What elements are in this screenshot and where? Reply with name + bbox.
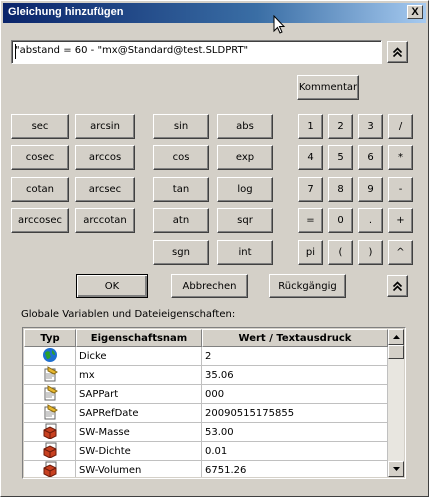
name-cell[interactable]: SW-Dichte bbox=[76, 442, 202, 461]
key-2-button[interactable]: 2 bbox=[328, 114, 353, 139]
value-cell[interactable]: 53.00 bbox=[202, 423, 388, 442]
table-row[interactable]: SAPPart 000 bbox=[24, 384, 388, 404]
key-4-button[interactable]: 4 bbox=[298, 145, 323, 170]
key-9-button[interactable]: 9 bbox=[358, 177, 383, 202]
name-cell[interactable]: SW-Volumen bbox=[76, 461, 202, 477]
mass-property-icon bbox=[42, 442, 58, 461]
ok-button[interactable]: OK bbox=[76, 274, 148, 298]
column-header-name[interactable]: Eigenschaftsnam bbox=[76, 329, 202, 347]
type-cell bbox=[24, 461, 76, 477]
key-divide-button[interactable]: / bbox=[388, 114, 413, 139]
type-cell bbox=[24, 365, 76, 385]
key-0-button[interactable]: 0 bbox=[328, 208, 353, 233]
scroll-up-button[interactable] bbox=[388, 329, 404, 345]
table-scrollbar[interactable] bbox=[388, 329, 404, 477]
variables-table[interactable]: Typ Eigenschaftsnam Wert / Textausdruck … bbox=[24, 329, 388, 477]
table-row[interactable]: SW-Volumen 6751.26 bbox=[24, 461, 388, 477]
kommentar-button[interactable]: Kommentar bbox=[297, 75, 359, 100]
equation-input[interactable]: "abstand = 60 - "mx@Standard@test.SLDPRT… bbox=[11, 40, 382, 64]
value-cell[interactable]: 0.01 bbox=[202, 442, 388, 461]
value-cell[interactable]: 35.06 bbox=[202, 366, 388, 385]
key-cos-button[interactable]: cos bbox=[153, 145, 209, 170]
key-close-paren-button[interactable]: ) bbox=[358, 240, 383, 265]
name-cell[interactable]: SW-Masse bbox=[76, 423, 202, 442]
key-int-button[interactable]: int bbox=[217, 240, 273, 265]
property-icon bbox=[42, 365, 58, 385]
name-cell[interactable]: mx bbox=[76, 366, 202, 385]
type-cell bbox=[24, 403, 76, 423]
name-cell[interactable]: SAPPart bbox=[76, 385, 202, 404]
scroll-thumb[interactable] bbox=[388, 345, 404, 359]
mass-property-icon bbox=[42, 423, 58, 442]
key-cotan-button[interactable]: cotan bbox=[11, 177, 69, 202]
value-cell[interactable]: 6751.26 bbox=[202, 461, 388, 477]
type-cell bbox=[24, 347, 76, 366]
key-log-button[interactable]: log bbox=[217, 177, 273, 202]
type-cell bbox=[24, 442, 76, 461]
key-arcsin-button[interactable]: arcsin bbox=[75, 114, 135, 139]
arrow-up-icon bbox=[392, 335, 400, 339]
cancel-button[interactable]: Abbrechen bbox=[171, 274, 248, 298]
property-icon bbox=[42, 384, 58, 404]
key-cosec-button[interactable]: cosec bbox=[11, 145, 69, 170]
value-cell[interactable]: 000 bbox=[202, 385, 388, 404]
table-row[interactable]: SAPRefDate 20090515175855 bbox=[24, 403, 388, 423]
close-button[interactable]: X bbox=[407, 5, 423, 19]
property-icon bbox=[42, 403, 58, 423]
key-open-paren-button[interactable]: ( bbox=[328, 240, 353, 265]
key-plus-button[interactable]: + bbox=[388, 208, 413, 233]
mass-property-icon bbox=[42, 461, 58, 477]
key-equals-button[interactable]: = bbox=[298, 208, 323, 233]
window-title: Gleichung hinzufügen bbox=[8, 6, 124, 18]
value-cell[interactable]: 2 bbox=[202, 347, 388, 366]
key-sin-button[interactable]: sin bbox=[153, 114, 209, 139]
dialog-window: Gleichung hinzufügen X "abstand = 60 - "… bbox=[0, 0, 429, 497]
key-pi-button[interactable]: pi bbox=[298, 240, 323, 265]
key-arcsec-button[interactable]: arcsec bbox=[75, 177, 135, 202]
key-5-button[interactable]: 5 bbox=[328, 145, 353, 170]
table-row[interactable]: mx 35.06 bbox=[24, 365, 388, 385]
type-cell bbox=[24, 384, 76, 404]
collapse-top-button[interactable] bbox=[387, 41, 408, 63]
key-sgn-button[interactable]: sgn bbox=[153, 240, 209, 265]
key-exp-button[interactable]: exp bbox=[217, 145, 273, 170]
name-cell[interactable]: SAPRefDate bbox=[76, 404, 202, 423]
key-minus-button[interactable]: - bbox=[388, 177, 413, 202]
type-cell bbox=[24, 423, 76, 442]
title-bar[interactable]: Gleichung hinzufügen X bbox=[3, 3, 426, 23]
key-tan-button[interactable]: tan bbox=[153, 177, 209, 202]
mouse-pointer-icon bbox=[273, 15, 286, 34]
key-atn-button[interactable]: atn bbox=[153, 208, 209, 233]
collapse-bottom-button[interactable] bbox=[387, 275, 408, 297]
key-sqr-button[interactable]: sqr bbox=[217, 208, 273, 233]
key-3-button[interactable]: 3 bbox=[358, 114, 383, 139]
table-row[interactable]: SW-Masse 53.00 bbox=[24, 423, 388, 442]
key-arccotan-button[interactable]: arccotan bbox=[75, 208, 135, 233]
column-header-type[interactable]: Typ bbox=[24, 329, 76, 347]
column-header-value[interactable]: Wert / Textausdruck bbox=[202, 329, 388, 347]
undo-button[interactable]: Rückgängig bbox=[269, 274, 346, 298]
table-row[interactable]: Dicke 2 bbox=[24, 347, 388, 366]
table-row[interactable]: SW-Dichte 0.01 bbox=[24, 442, 388, 461]
key-power-button[interactable]: ^ bbox=[388, 240, 413, 265]
arrow-down-icon bbox=[392, 467, 400, 471]
value-cell[interactable]: 20090515175855 bbox=[202, 404, 388, 423]
key-7-button[interactable]: 7 bbox=[298, 177, 323, 202]
double-chevron-up-icon bbox=[392, 46, 403, 57]
key-arccosec-button[interactable]: arccosec bbox=[11, 208, 69, 233]
equation-text: "abstand = 60 - "mx@Standard@test.SLDPRT… bbox=[15, 45, 249, 56]
name-cell[interactable]: Dicke bbox=[76, 347, 202, 366]
key-6-button[interactable]: 6 bbox=[358, 145, 383, 170]
key-8-button[interactable]: 8 bbox=[328, 177, 353, 202]
globe-icon bbox=[42, 347, 58, 366]
scroll-down-button[interactable] bbox=[388, 461, 404, 477]
key-arccos-button[interactable]: arccos bbox=[75, 145, 135, 170]
key-multiply-button[interactable]: * bbox=[388, 145, 413, 170]
globals-label: Globale Variablen und Dateieigenschaften… bbox=[21, 309, 236, 320]
key-abs-button[interactable]: abs bbox=[217, 114, 273, 139]
double-chevron-up-icon bbox=[392, 280, 403, 291]
key-decimal-button[interactable]: . bbox=[358, 208, 383, 233]
key-1-button[interactable]: 1 bbox=[298, 114, 323, 139]
key-sec-button[interactable]: sec bbox=[11, 114, 69, 139]
